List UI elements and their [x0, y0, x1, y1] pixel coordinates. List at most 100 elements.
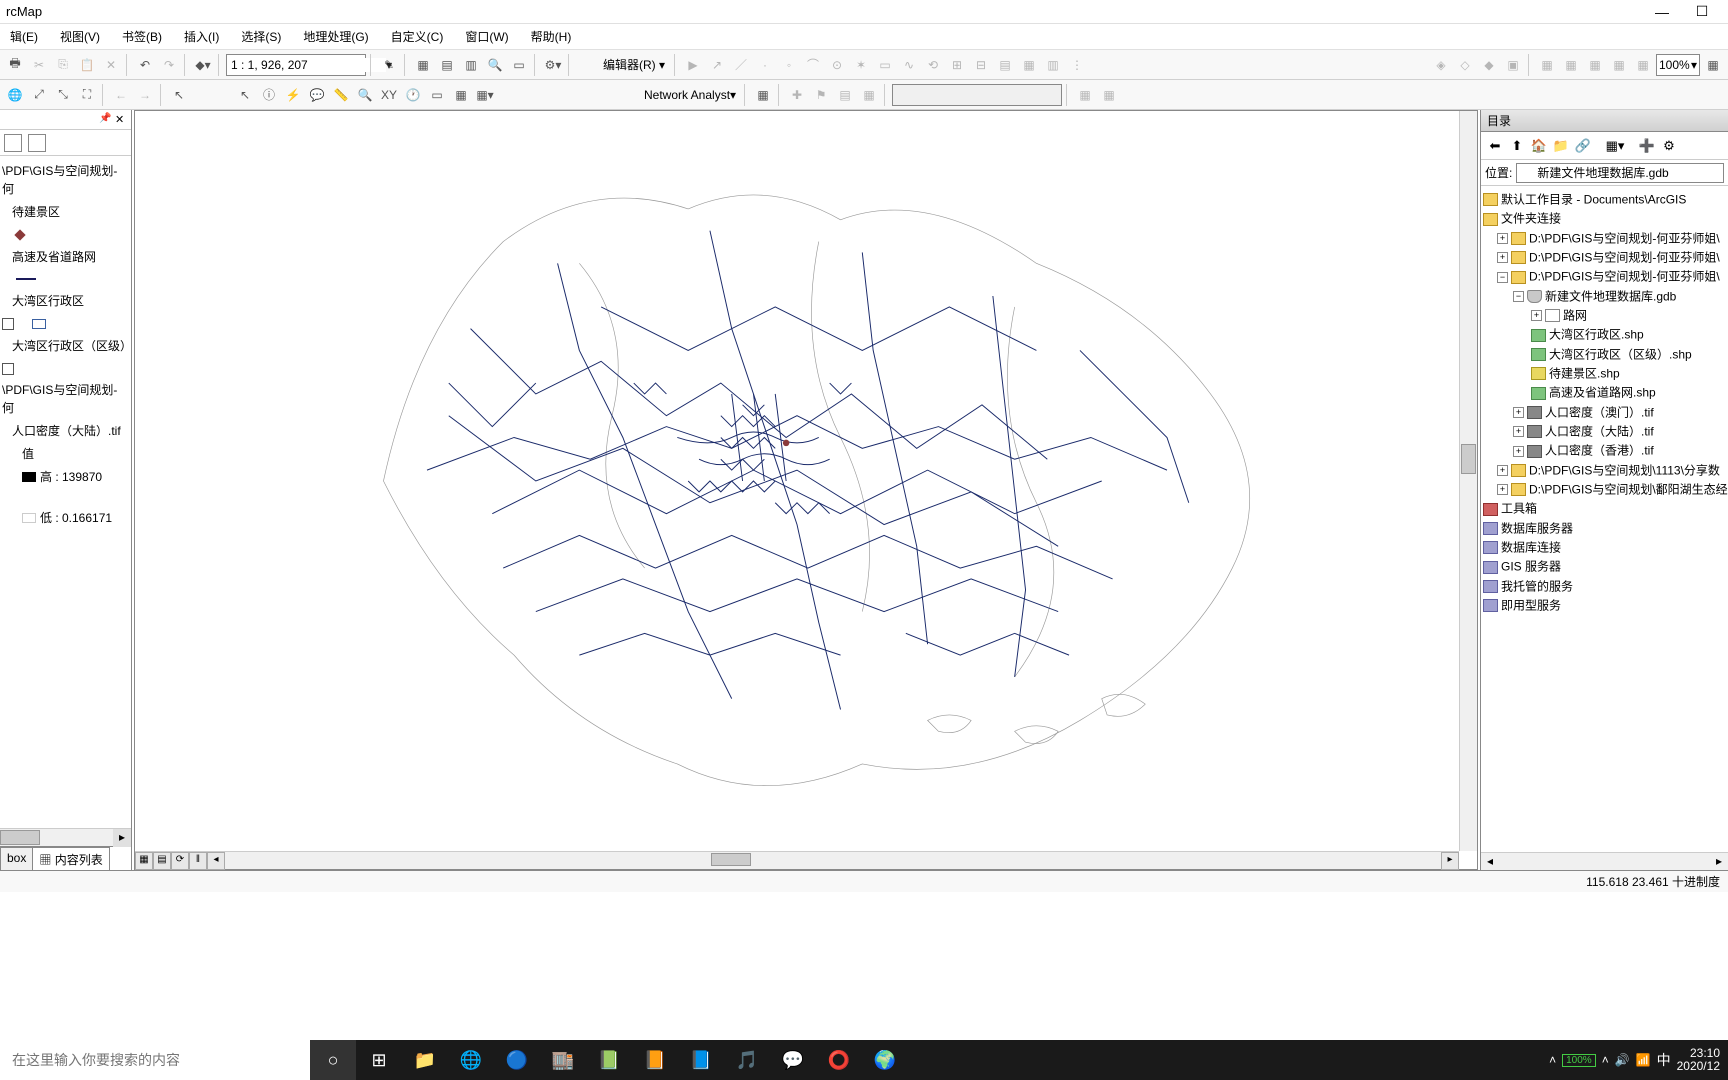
cat-up-button[interactable]: ⬆: [1507, 136, 1527, 156]
zoom-in-button[interactable]: ⤢: [28, 84, 50, 106]
scroll-left[interactable]: ◂: [207, 852, 225, 870]
tray-wifi-icon[interactable]: 📶: [1636, 1053, 1651, 1067]
catalog-button[interactable]: ▥: [460, 54, 482, 76]
tree-node[interactable]: +D:\PDF\GIS与空间规划-何亚芬师姐\: [1483, 248, 1726, 267]
tree-node[interactable]: 待建景区.shp: [1483, 364, 1726, 383]
hyperlink-tool[interactable]: ⚡: [282, 84, 304, 106]
app-music-icon[interactable]: 🎵: [724, 1040, 770, 1080]
na-window-button[interactable]: ▦: [752, 84, 774, 106]
app-word-icon[interactable]: 📘: [678, 1040, 724, 1080]
edit-rotate[interactable]: ⟲: [922, 54, 944, 76]
zoom-combo[interactable]: 100%▾: [1656, 54, 1700, 76]
tree-node[interactable]: 数据库连接: [1483, 538, 1726, 557]
minimize-button[interactable]: —: [1642, 4, 1682, 20]
toc-list-by-drawing[interactable]: [4, 134, 22, 152]
tray-volume-icon[interactable]: 🔊: [1615, 1053, 1630, 1067]
menu-insert[interactable]: 插入(I): [180, 26, 223, 47]
toc-layer[interactable]: 大湾区行政区: [2, 290, 129, 313]
tree-node[interactable]: 高速及省道路网.shp: [1483, 383, 1726, 402]
menu-edit[interactable]: 辑(E): [6, 26, 42, 47]
app-qq-icon[interactable]: 🔵: [494, 1040, 540, 1080]
edit-clip[interactable]: ⊟: [970, 54, 992, 76]
scale-combo[interactable]: ▾: [226, 54, 366, 76]
task-view-icon[interactable]: ⊞: [356, 1040, 402, 1080]
tree-node[interactable]: 我托管的服务: [1483, 577, 1726, 596]
app-ppt-icon[interactable]: 📙: [632, 1040, 678, 1080]
app-folder-icon[interactable]: 📁: [402, 1040, 448, 1080]
tray-clock[interactable]: 23:10 2020/12: [1677, 1047, 1720, 1073]
tree-node[interactable]: GIS 服务器: [1483, 557, 1726, 576]
georef-1[interactable]: ◈: [1430, 54, 1452, 76]
data-view-button[interactable]: ▦: [135, 852, 153, 870]
edit-point[interactable]: ·: [754, 54, 776, 76]
cat-toggle-button[interactable]: 📁: [1551, 136, 1571, 156]
menu-help[interactable]: 帮助(H): [527, 26, 576, 47]
georef-3[interactable]: ◆: [1478, 54, 1500, 76]
battery-icon[interactable]: 100%: [1562, 1054, 1596, 1067]
print-button[interactable]: 🖶: [4, 54, 26, 76]
pause-draw-button[interactable]: ‖: [189, 852, 207, 870]
cat-back-button[interactable]: ⬅: [1485, 136, 1505, 156]
tree-node[interactable]: 默认工作目录 - Documents\ArcGIS: [1483, 190, 1726, 209]
tree-node[interactable]: 大湾区行政区（区级）.shp: [1483, 345, 1726, 364]
na-props-button[interactable]: ▦: [858, 84, 880, 106]
menu-geoprocessing[interactable]: 地理处理(G): [299, 26, 372, 47]
edit-arc[interactable]: ⌒: [802, 54, 824, 76]
tray-ime[interactable]: 中: [1657, 1050, 1671, 1070]
na-build-button[interactable]: ▦: [1074, 84, 1096, 106]
search-button[interactable]: 🔍: [484, 54, 506, 76]
georef-9[interactable]: ▦: [1632, 54, 1654, 76]
toc-layer[interactable]: \PDF\GIS与空间规划-何: [2, 160, 129, 200]
menu-window[interactable]: 窗口(W): [461, 26, 512, 47]
app-excel-icon[interactable]: 📗: [586, 1040, 632, 1080]
tree-node[interactable]: 大湾区行政区.shp: [1483, 325, 1726, 344]
map-canvas[interactable]: [135, 111, 1459, 851]
scale-input[interactable]: [231, 58, 386, 72]
toc-checkbox[interactable]: [2, 357, 129, 379]
tree-node[interactable]: +D:\PDF\GIS与空间规划\鄱阳湖生态经: [1483, 480, 1726, 499]
location-input[interactable]: 新建文件地理数据库.gdb: [1516, 163, 1724, 183]
tree-node[interactable]: +D:\PDF\GIS与空间规划-何亚芬师姐\: [1483, 229, 1726, 248]
georef-5[interactable]: ▦: [1536, 54, 1558, 76]
catalog-hscrollbar[interactable]: ◂▸: [1481, 852, 1728, 870]
app-arcmap-icon[interactable]: 🌍: [862, 1040, 908, 1080]
edit-midpoint[interactable]: ⊙: [826, 54, 848, 76]
toc-tab-content[interactable]: ▦ 内容列表: [32, 847, 109, 870]
app-edge-icon[interactable]: 🌐: [448, 1040, 494, 1080]
menu-select[interactable]: 选择(S): [237, 26, 285, 47]
copy-button[interactable]: ⎘: [52, 54, 74, 76]
edit-curve[interactable]: ∿: [898, 54, 920, 76]
tray-chevron[interactable]: ˄: [1602, 1053, 1609, 1067]
next-extent-button[interactable]: →: [134, 84, 156, 106]
georef-8[interactable]: ▦: [1608, 54, 1630, 76]
georef-4[interactable]: ▣: [1502, 54, 1524, 76]
measure-tool[interactable]: 📏: [330, 84, 352, 106]
tree-node[interactable]: 数据库服务器: [1483, 519, 1726, 538]
paste-button[interactable]: 📋: [76, 54, 98, 76]
na-directions-button[interactable]: ▤: [834, 84, 856, 106]
toc-layer[interactable]: 人口密度（大陆）.tif: [2, 419, 129, 442]
toc-layer[interactable]: \PDF\GIS与空间规划-何: [2, 379, 129, 419]
tree-node[interactable]: +D:\PDF\GIS与空间规划\1113\分享数: [1483, 461, 1726, 480]
tree-node[interactable]: 工具箱: [1483, 499, 1726, 518]
pointer-tool[interactable]: ↖: [234, 84, 256, 106]
undo-button[interactable]: ↶: [134, 54, 156, 76]
cat-home-button[interactable]: 🏠: [1529, 136, 1549, 156]
model-builder-button[interactable]: ▦: [412, 54, 434, 76]
table-button[interactable]: ▤: [436, 54, 458, 76]
edit-straight[interactable]: ↗: [706, 54, 728, 76]
tree-node[interactable]: +人口密度（香港）.tif: [1483, 441, 1726, 460]
editor-dropdown[interactable]: 编辑器(R) ▾: [598, 54, 670, 76]
toc-layer[interactable]: 高速及省道路网: [2, 245, 129, 268]
map-vscrollbar[interactable]: [1459, 111, 1477, 851]
editor-toolbar-button[interactable]: ✎: [378, 54, 400, 76]
cat-connect-button[interactable]: 🔗: [1573, 136, 1593, 156]
na-solve-button[interactable]: ⚑: [810, 84, 832, 106]
find-tool[interactable]: 🔍: [354, 84, 376, 106]
html-popup-tool[interactable]: 💬: [306, 84, 328, 106]
edit-trace[interactable]: ／: [730, 54, 752, 76]
edit-more[interactable]: ⋮: [1066, 54, 1088, 76]
na-create-button[interactable]: ✚: [786, 84, 808, 106]
toc-hscrollbar[interactable]: ▸: [0, 828, 131, 846]
refresh-button[interactable]: ▦: [1702, 54, 1724, 76]
